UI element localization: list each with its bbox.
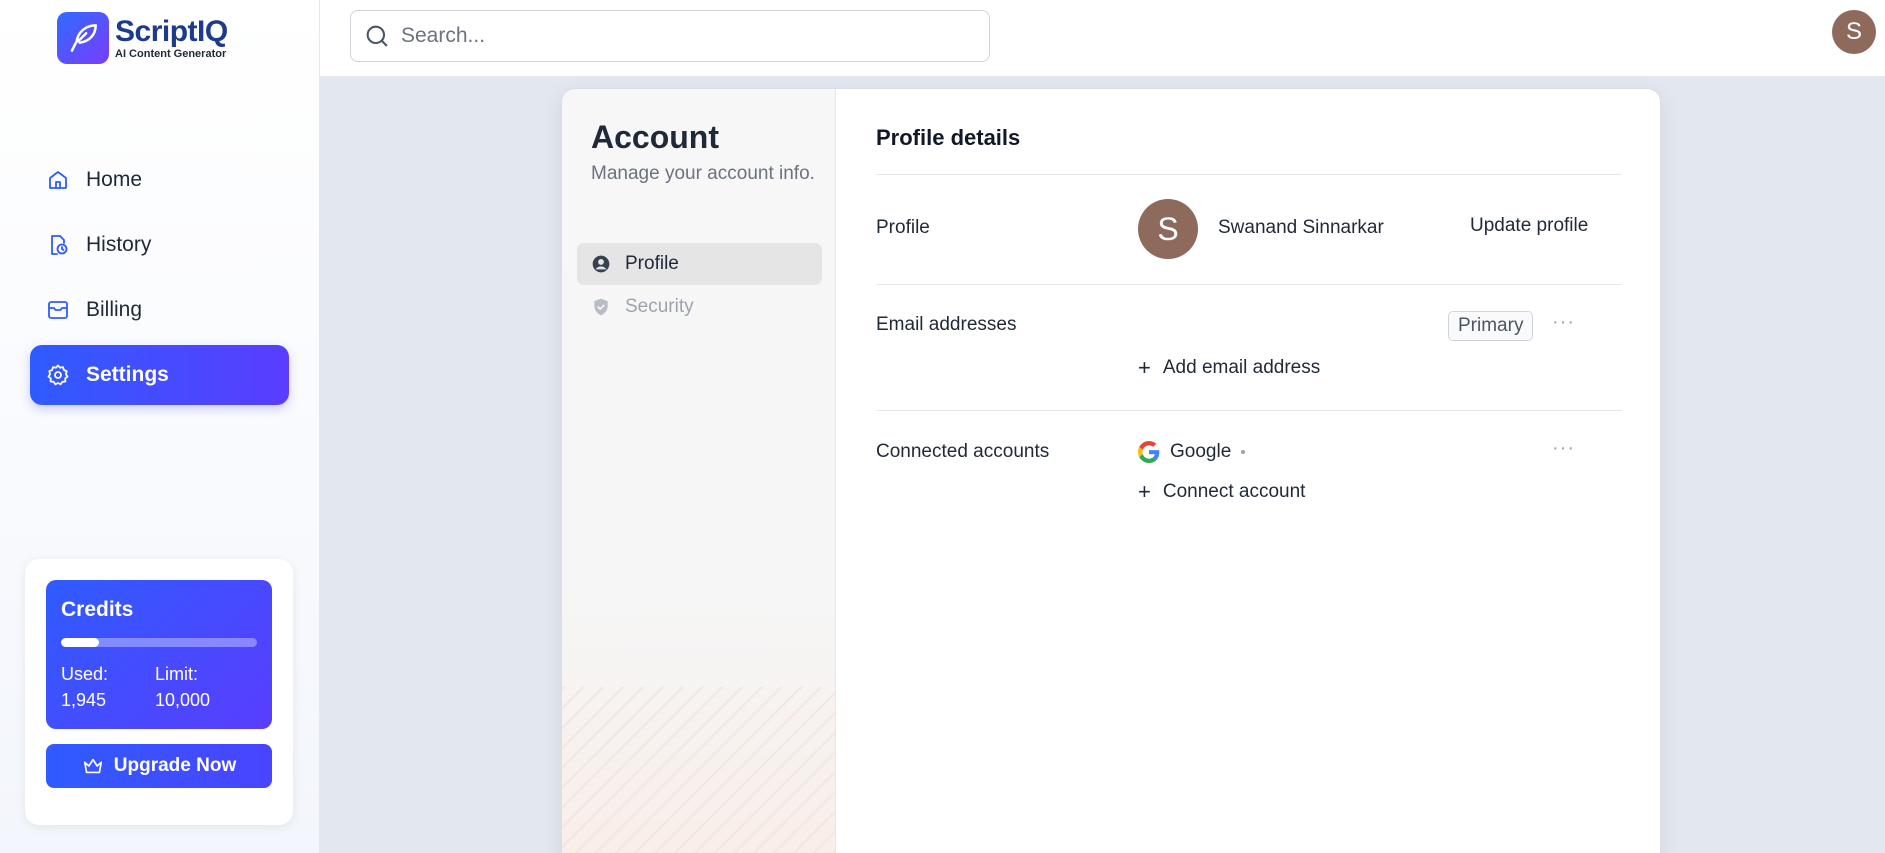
brand-tagline: AI Content Generator: [115, 47, 227, 60]
plus-icon: +: [1138, 479, 1151, 504]
user-circle-icon: [592, 255, 610, 273]
primary-badge: Primary: [1448, 311, 1534, 341]
google-label: Google: [1170, 441, 1232, 462]
account-nav-profile[interactable]: Profile: [577, 243, 822, 285]
account-nav-label: Security: [625, 296, 694, 317]
email-addresses-label: Email addresses: [876, 314, 1017, 335]
update-profile-button[interactable]: Update profile: [1470, 215, 1588, 237]
account-card: Account Manage your account info. Profil…: [561, 88, 1661, 853]
credits-panel: Credits Used: 1,945 Limit: 10,000: [46, 580, 272, 729]
connected-accounts-label: Connected accounts: [876, 441, 1050, 462]
used-label: Used:: [61, 664, 109, 684]
account-title: Account: [591, 119, 719, 155]
account-nav-security[interactable]: Security: [577, 286, 822, 328]
divider: [876, 174, 1622, 175]
add-email-button[interactable]: + Add email address: [1138, 357, 1320, 379]
brand-name: ScriptIQ: [115, 14, 228, 48]
home-icon: [49, 171, 67, 189]
credits-progress-fill: [61, 638, 100, 647]
account-nav: Account Manage your account info. Profil…: [562, 89, 836, 853]
connected-more-button[interactable]: ···: [1552, 437, 1575, 460]
sidebar-item-label: Settings: [86, 363, 169, 386]
email-more-button[interactable]: ···: [1552, 311, 1575, 334]
gear-icon: [47, 364, 69, 386]
limit-label: Limit:: [155, 664, 199, 684]
connect-account-label: Connect account: [1162, 481, 1306, 502]
separator-dot: [1241, 450, 1246, 454]
history-icon: [51, 235, 68, 255]
profile-name: Swanand Sinnarkar: [1218, 217, 1384, 238]
google-account: Google: [1138, 441, 1246, 463]
shield-icon: [594, 298, 608, 316]
sidebar-item-billing[interactable]: Billing: [30, 280, 289, 340]
account-nav-label: Profile: [625, 253, 679, 274]
connect-account-button[interactable]: + Connect account: [1138, 481, 1305, 503]
search-input[interactable]: [401, 24, 961, 48]
upgrade-button[interactable]: Upgrade Now: [46, 744, 272, 788]
logo[interactable]: ScriptIQ AI Content Generator: [57, 12, 228, 64]
divider: [876, 284, 1622, 285]
sidebar-nav: Home History Billing Settings: [30, 150, 289, 410]
top-bar: S: [320, 0, 1885, 77]
hatch-pattern: [562, 687, 836, 853]
feather-icon: [57, 12, 109, 64]
add-email-label: Add email address: [1162, 357, 1321, 378]
sidebar-item-history[interactable]: History: [30, 215, 289, 275]
profile-avatar: S: [1138, 199, 1198, 259]
sidebar: ScriptIQ AI Content Generator Home Histo…: [0, 0, 320, 853]
billing-icon: [48, 301, 68, 319]
profile-label: Profile: [876, 217, 930, 238]
search-box: [350, 10, 990, 62]
used-value: 1,945: [61, 690, 107, 711]
search-icon: [366, 25, 388, 47]
sidebar-item-label: History: [86, 233, 152, 256]
plus-icon: +: [1138, 355, 1151, 380]
profile-details-title: Profile details: [876, 125, 1021, 150]
sidebar-item-label: Home: [86, 168, 143, 191]
sidebar-item-home[interactable]: Home: [30, 150, 289, 210]
limit-value: 10,000: [155, 690, 211, 711]
upgrade-label: Upgrade Now: [113, 755, 237, 776]
credits-progress-bar: [61, 638, 257, 647]
crown-icon: [83, 758, 102, 774]
credits-title: Credits: [61, 598, 134, 621]
google-icon: [1138, 441, 1160, 463]
divider: [876, 410, 1622, 411]
sidebar-item-label: Billing: [86, 298, 143, 321]
account-subtitle: Manage your account info.: [591, 163, 815, 184]
user-avatar[interactable]: S: [1832, 10, 1876, 54]
sidebar-item-settings[interactable]: Settings: [30, 345, 289, 405]
credits-card: Credits Used: 1,945 Limit: 10,000 Upgrad…: [25, 559, 293, 825]
